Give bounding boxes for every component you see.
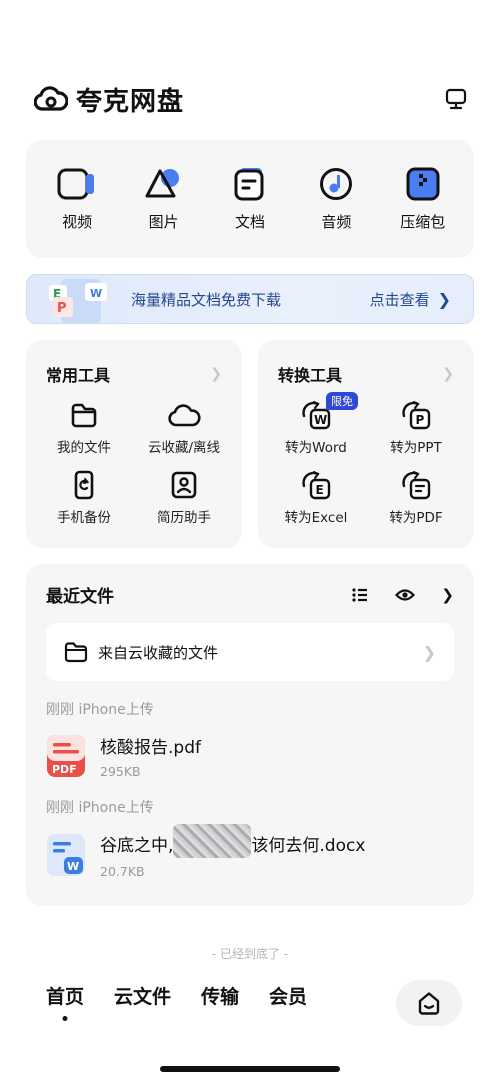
file-name: 谷底之中, 该何去何.docx: [100, 824, 365, 858]
tool-convert-pdf[interactable]: 转为PDF: [366, 470, 466, 526]
cloud-favorites-folder[interactable]: 来自云收藏的文件 ❯: [46, 623, 454, 681]
excel-icon: E: [302, 471, 331, 500]
tool-resume-helper[interactable]: 简历助手: [134, 470, 234, 526]
banner-link[interactable]: 点击查看: [370, 289, 430, 310]
pdf-file-icon: PDF: [47, 735, 85, 777]
file-name: 核酸报告.pdf: [100, 738, 201, 758]
tab-cloud-files[interactable]: 云文件: [114, 982, 171, 1009]
file-size: 295KB: [100, 764, 141, 779]
home-indicator: [160, 1066, 340, 1072]
tool-cloud-offline[interactable]: 云收藏/离线: [134, 400, 234, 456]
common-tools-title: 常用工具: [46, 366, 111, 385]
free-badge: 限免: [326, 392, 358, 410]
tab-home[interactable]: 首页: [46, 982, 84, 1009]
file-row[interactable]: PDF 核酸报告.pdf 295KB: [46, 733, 454, 779]
svg-text:P: P: [57, 301, 67, 316]
pdf-convert-icon: [402, 471, 431, 500]
recent-files-title: 最近文件: [46, 587, 114, 607]
file-row[interactable]: W 谷底之中, 该何去何.docx 20.7KB: [46, 824, 454, 879]
end-of-list-hint: - 已经到底了 -: [211, 947, 289, 961]
brand: 夸克网盘: [34, 81, 184, 118]
recent-files-header: 最近文件 ❯: [46, 582, 454, 608]
tool-convert-ppt[interactable]: P 转为PPT: [366, 400, 466, 456]
tab-transfer[interactable]: 传输: [201, 982, 239, 1009]
folder-icon: [64, 642, 88, 663]
file-size: 20.7KB: [100, 864, 145, 879]
chevron-right-icon[interactable]: ❯: [441, 586, 454, 604]
media-video[interactable]: 视频: [42, 167, 112, 232]
media-image[interactable]: 图片: [129, 167, 199, 232]
tool-phone-backup[interactable]: 手机备份: [34, 470, 134, 526]
archive-icon: [406, 167, 440, 200]
resume-icon: [171, 471, 197, 499]
common-tools-header[interactable]: 常用工具 ❯: [46, 362, 222, 386]
document-icon: [234, 167, 264, 200]
svg-text:W: W: [90, 287, 102, 300]
promo-banner[interactable]: E W P 海量精品文档免费下载 点击查看 ❯: [26, 274, 474, 324]
svg-text:PDF: PDF: [52, 763, 77, 776]
convert-tools-title: 转换工具: [278, 366, 343, 385]
svg-text:W: W: [314, 413, 327, 427]
eye-icon[interactable]: [395, 587, 416, 603]
tool-convert-word[interactable]: 限免 W 转为Word: [266, 392, 366, 456]
word-file-icon: W: [47, 834, 85, 876]
chevron-right-icon: ❯: [437, 289, 451, 309]
chevron-right-icon: ❯: [210, 366, 222, 382]
media-archive[interactable]: 压缩包: [388, 167, 458, 232]
convert-tools-card: 转换工具 ❯ 限免 W 转为Word P 转为PPT E 转为Excel 转为P…: [258, 340, 474, 548]
media-document[interactable]: 文档: [215, 167, 285, 232]
convert-tools-header[interactable]: 转换工具 ❯: [278, 362, 454, 386]
home-shortcut-button[interactable]: [396, 980, 462, 1026]
audio-icon: [320, 167, 353, 200]
bottom-nav: 首页 云文件 传输 会员: [46, 982, 307, 1009]
recent-files-card: 最近文件 ❯ 来自云收藏的文件 ❯ 刚刚 iPhone上传 PDF 核酸报告.p…: [26, 564, 474, 906]
tool-convert-excel[interactable]: E 转为Excel: [266, 470, 366, 526]
phone-backup-icon: [74, 470, 94, 500]
upload-time-label: 刚刚 iPhone上传: [46, 800, 154, 816]
tool-my-files[interactable]: 我的文件: [34, 400, 134, 456]
chevron-right-icon: ❯: [422, 642, 436, 662]
svg-text:W: W: [67, 860, 79, 873]
media-audio[interactable]: 音频: [301, 167, 371, 232]
folder-label: 来自云收藏的文件: [98, 643, 219, 662]
app-title: 夸克网盘: [76, 86, 185, 117]
list-view-icon[interactable]: [351, 587, 369, 603]
banner-text: 海量精品文档免费下载: [131, 290, 282, 309]
cloud-logo-icon: [34, 86, 68, 111]
cloud-icon: [168, 404, 201, 427]
media-categories: 视频 图片 文档 音频 压缩包: [26, 140, 474, 258]
office-docs-icon: E W P: [49, 279, 107, 323]
image-icon: [145, 168, 179, 197]
tab-membership[interactable]: 会员: [269, 982, 307, 1009]
upload-time-label: 刚刚 iPhone上传: [46, 702, 154, 718]
video-icon: [57, 168, 95, 199]
ppt-icon: P: [402, 401, 431, 430]
monitor-icon[interactable]: [444, 87, 468, 111]
folder-icon: [71, 403, 97, 428]
top-bar: 夸克网盘: [34, 78, 468, 120]
home-face-icon: [418, 992, 440, 1015]
chevron-right-icon: ❯: [442, 366, 454, 382]
common-tools-card: 常用工具 ❯ 我的文件 云收藏/离线 手机备份 简历助手: [26, 340, 242, 548]
svg-text:E: E: [316, 483, 324, 497]
svg-text:P: P: [416, 413, 425, 427]
redacted-region: [173, 824, 252, 858]
